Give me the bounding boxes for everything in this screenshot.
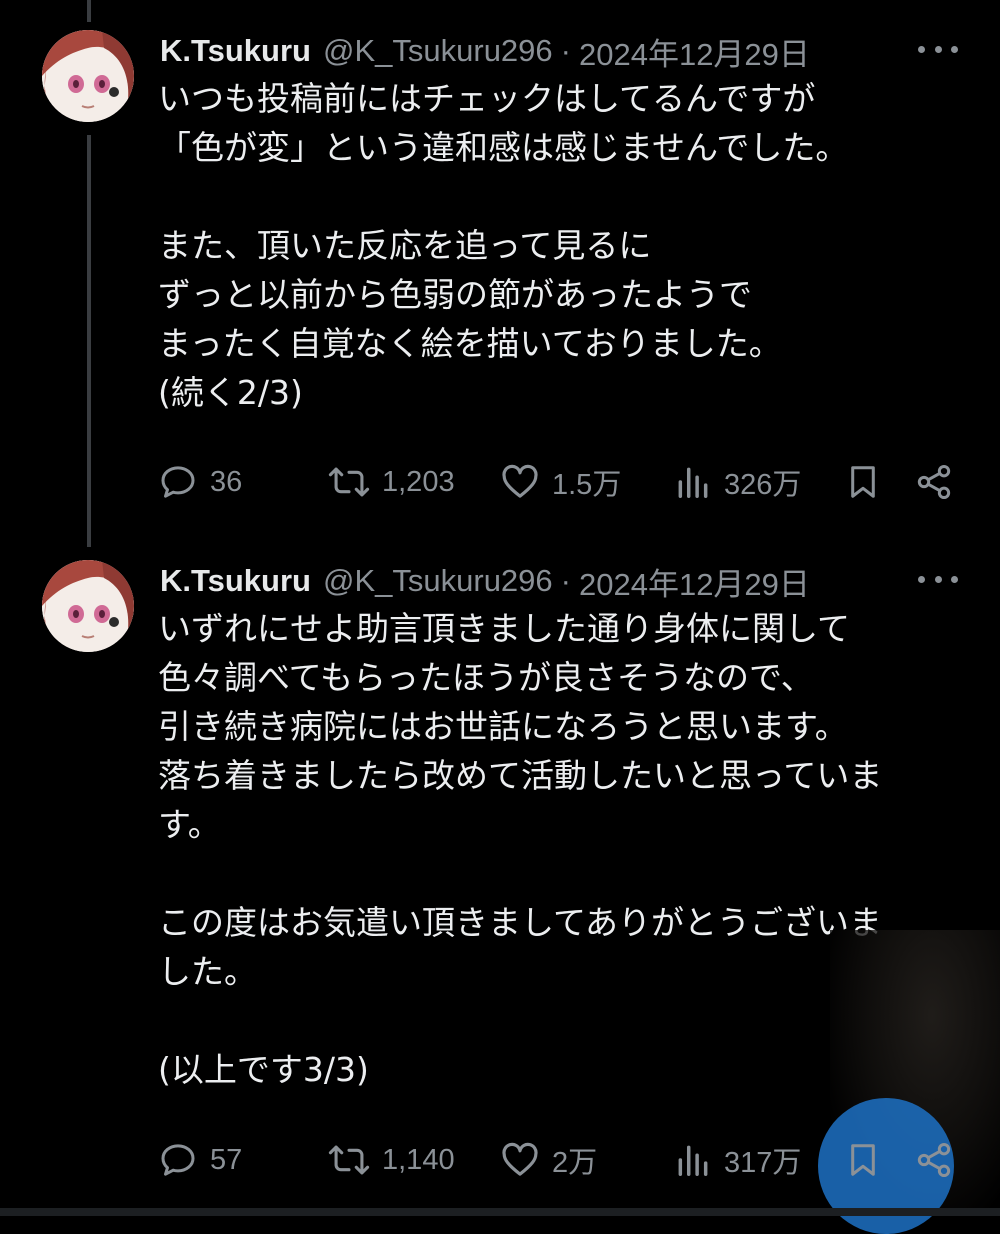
- separator: ·: [560, 563, 571, 598]
- like-count: 1.5万: [552, 469, 622, 501]
- author-handle[interactable]: @K_Tsukuru296: [323, 563, 553, 599]
- views-button[interactable]: 317万: [674, 1135, 801, 1185]
- repost-icon: [328, 1145, 370, 1175]
- more-icon[interactable]: [918, 34, 958, 64]
- avatar[interactable]: [42, 560, 134, 652]
- repost-button[interactable]: 1,203: [328, 457, 455, 507]
- repost-button[interactable]: 1,140: [328, 1135, 455, 1185]
- share-button[interactable]: [914, 1135, 966, 1185]
- author-name[interactable]: K.Tsukuru: [160, 33, 311, 69]
- tweet-paragraph: いつも投稿前にはチェックはしてるんですが 「色が変」という違和感は感じませんでし…: [158, 79, 849, 167]
- bookmark-icon: [851, 466, 875, 498]
- heart-icon: [502, 1142, 538, 1176]
- like-button[interactable]: 1.5万: [500, 457, 621, 507]
- tweet-text: いつも投稿前にはチェックはしてるんですが 「色が変」という違和感は感じませんでし…: [158, 74, 958, 417]
- tweet-header: K.Tsukuru @K_Tsukuru296 · 2024年12月29日: [160, 556, 810, 606]
- reply-icon: [161, 1144, 195, 1176]
- action-bar: 57 1,140 2万 317万: [158, 1135, 958, 1185]
- reply-icon: [161, 466, 195, 498]
- bookmark-button[interactable]: [844, 1135, 894, 1185]
- author-handle[interactable]: @K_Tsukuru296: [323, 33, 553, 69]
- share-button[interactable]: [914, 457, 966, 507]
- post-date[interactable]: 2024年12月29日: [579, 29, 810, 74]
- repost-count: 1,140: [382, 1143, 455, 1176]
- separator: ·: [560, 33, 571, 68]
- tweet-paragraph: いずれにせよ助言頂きました通り身体に関して 色々調べてもらったほうが良さそうなの…: [158, 609, 883, 844]
- share-icon: [917, 1143, 951, 1177]
- views-button[interactable]: 326万: [674, 457, 801, 507]
- reply-button[interactable]: 57: [158, 1135, 242, 1185]
- tweet-header: K.Tsukuru @K_Tsukuru296 · 2024年12月29日: [160, 26, 810, 76]
- heart-icon: [502, 464, 538, 498]
- post-date[interactable]: 2024年12月29日: [579, 559, 810, 604]
- author-name[interactable]: K.Tsukuru: [160, 563, 311, 599]
- reply-count: 36: [210, 465, 243, 498]
- view-count: 326万: [724, 469, 802, 501]
- tweet[interactable]: K.Tsukuru @K_Tsukuru296 · 2024年12月29日 いつ…: [0, 26, 1000, 546]
- view-count: 317万: [724, 1147, 802, 1179]
- views-icon: [678, 1145, 708, 1176]
- like-count: 2万: [552, 1147, 598, 1179]
- avatar[interactable]: [42, 30, 134, 122]
- action-bar: 36 1,203 1.5万 326万: [158, 457, 958, 507]
- more-icon[interactable]: [918, 564, 958, 594]
- thread-line: [87, 0, 91, 22]
- reply-count: 57: [210, 1143, 243, 1176]
- like-button[interactable]: 2万: [500, 1135, 597, 1185]
- share-icon: [917, 465, 951, 499]
- reply-button[interactable]: 36: [158, 457, 242, 507]
- bookmark-button[interactable]: [844, 457, 894, 507]
- repost-count: 1,203: [382, 465, 455, 498]
- bookmark-icon: [851, 1144, 875, 1176]
- bottom-divider: [0, 1208, 1000, 1216]
- views-icon: [678, 467, 708, 498]
- repost-icon: [328, 467, 370, 497]
- tweet-paragraph: また、頂いた反応を追って見るに ずっと以前から色弱の節があったようで まったく自…: [158, 226, 782, 412]
